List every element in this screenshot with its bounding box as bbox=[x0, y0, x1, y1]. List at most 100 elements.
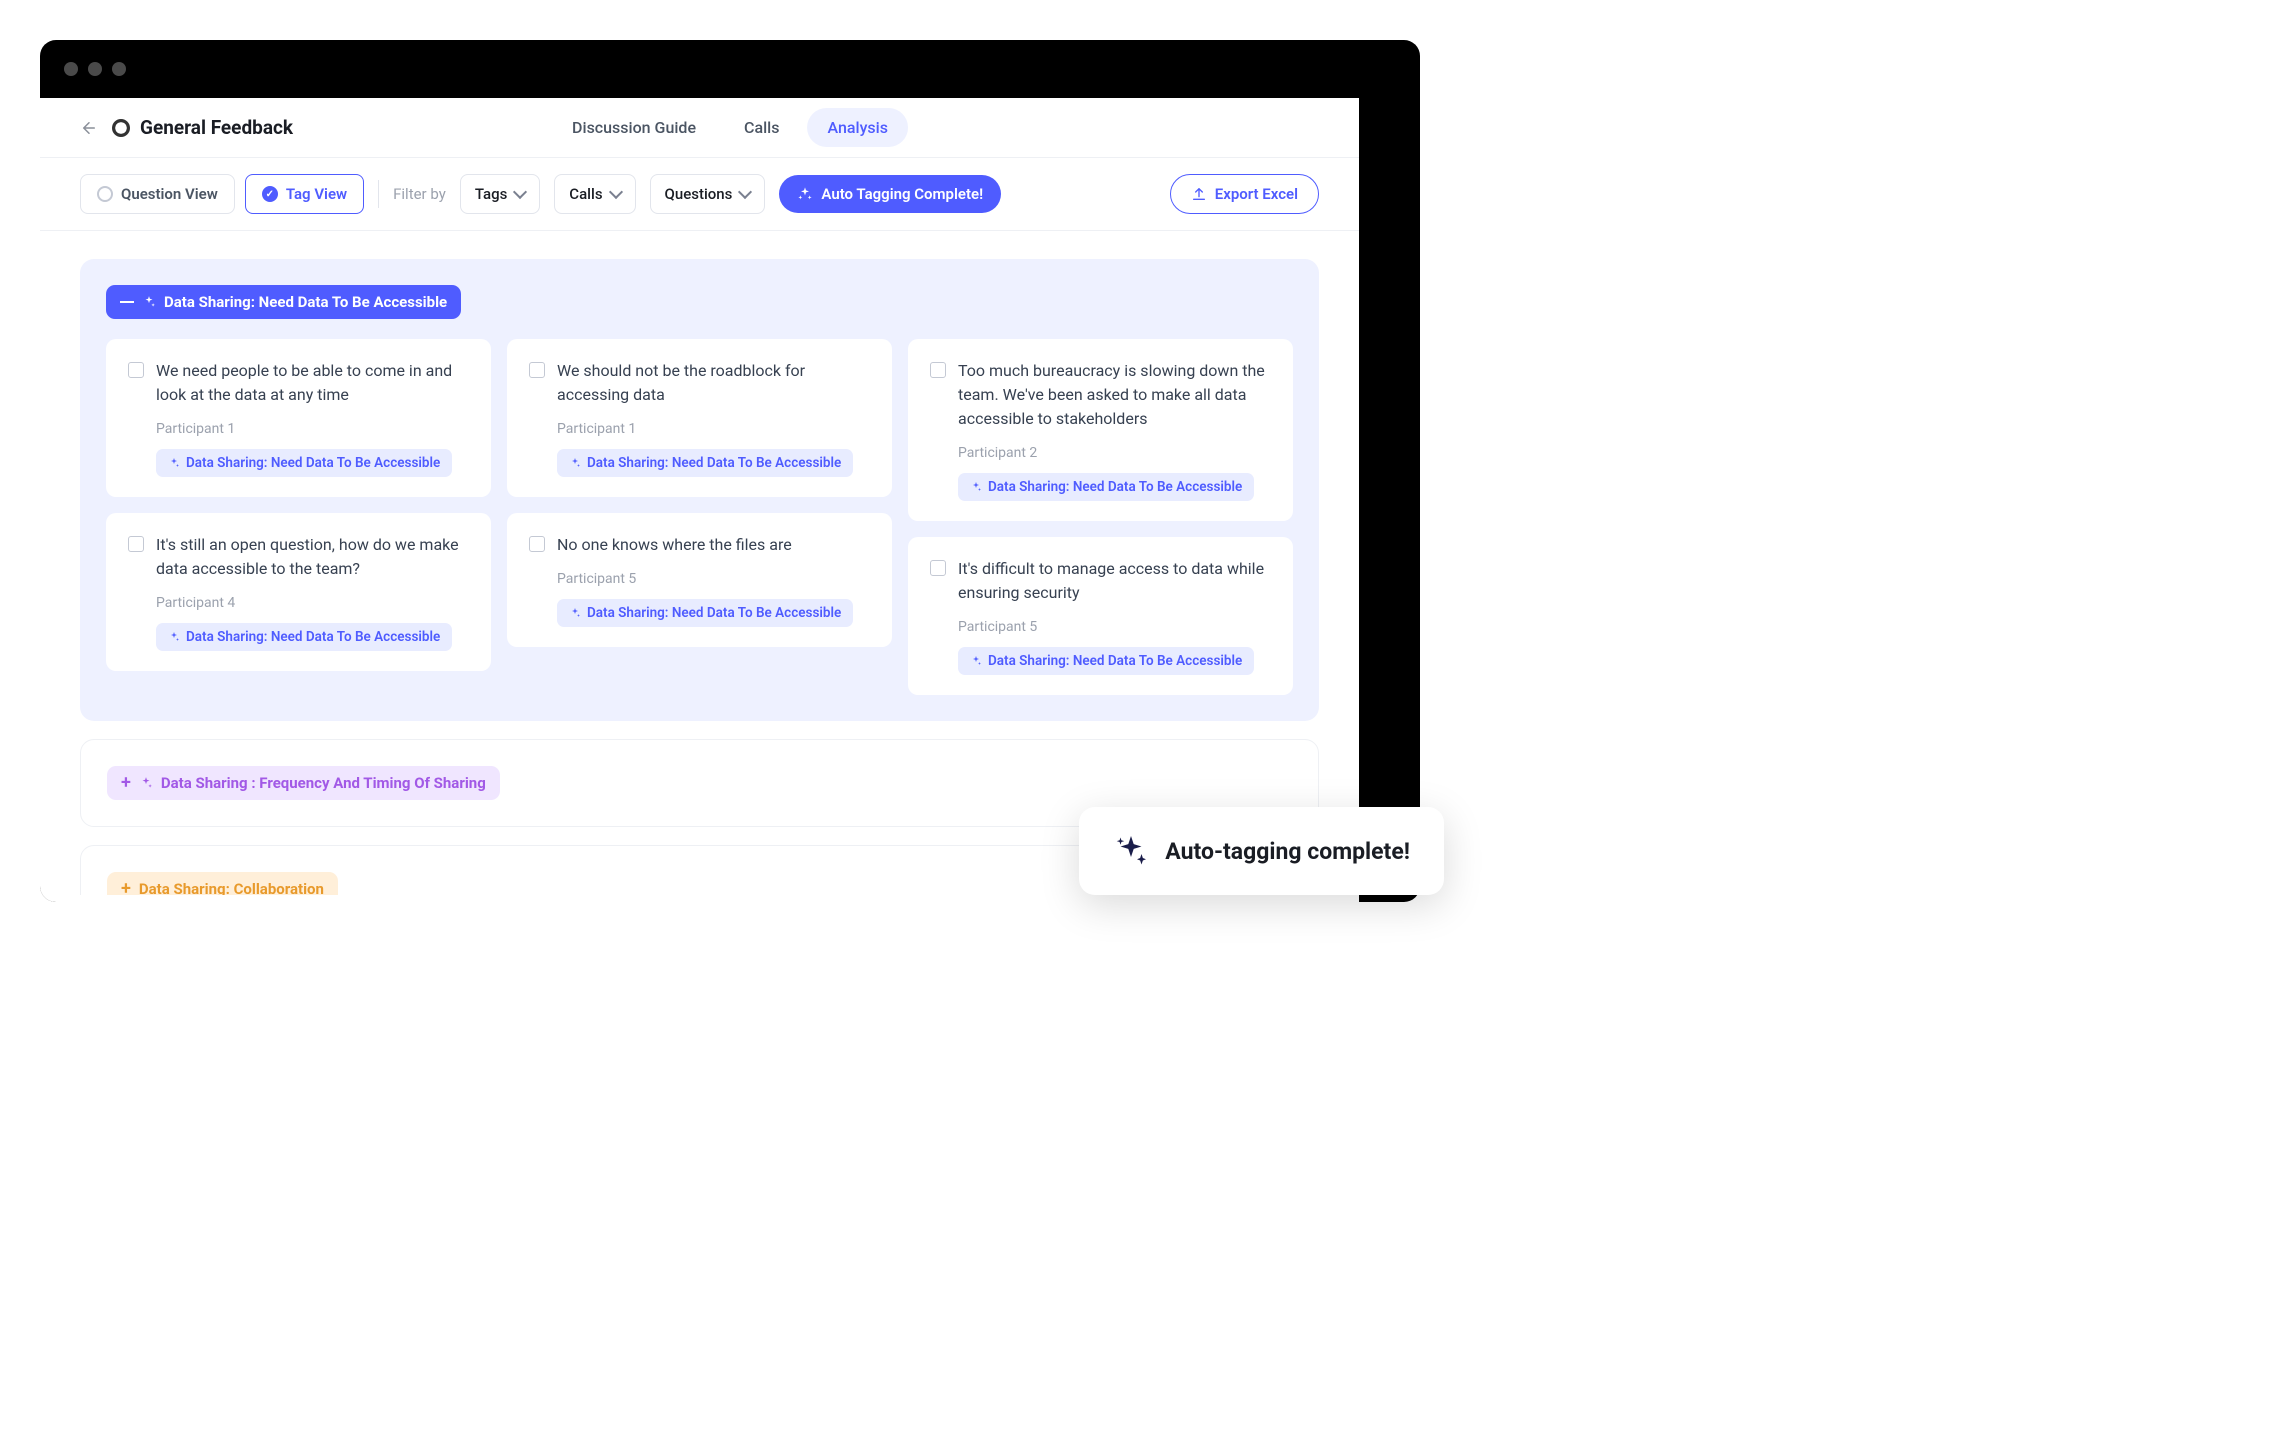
upload-icon bbox=[1191, 186, 1207, 202]
page-title: General Feedback bbox=[140, 116, 293, 139]
quote-card[interactable]: No one knows where the files are Partici… bbox=[507, 513, 892, 647]
group-title: Data Sharing : Frequency And Timing Of S… bbox=[161, 774, 486, 792]
filter-tags-button[interactable]: Tags bbox=[460, 174, 540, 214]
tab-discussion-guide[interactable]: Discussion Guide bbox=[552, 108, 716, 147]
export-excel-button[interactable]: Export Excel bbox=[1170, 174, 1319, 214]
filter-tags-label: Tags bbox=[475, 185, 507, 203]
participant-label: Participant 5 bbox=[557, 571, 870, 587]
arrow-left-icon bbox=[80, 119, 98, 137]
participant-label: Participant 4 bbox=[156, 595, 469, 611]
toolbar: Question View Tag View Filter by Tags Ca… bbox=[40, 158, 1359, 231]
sparkle-icon bbox=[797, 186, 813, 202]
group-title: Data Sharing: Need Data To Be Accessible bbox=[164, 293, 447, 311]
participant-label: Participant 1 bbox=[156, 421, 469, 437]
tab-calls[interactable]: Calls bbox=[724, 108, 799, 147]
divider bbox=[378, 180, 379, 208]
participant-label: Participant 1 bbox=[557, 421, 870, 437]
quote-text: It's difficult to manage access to data … bbox=[958, 557, 1271, 605]
quote-text: Too much bureaucracy is slowing down the… bbox=[958, 359, 1271, 431]
quote-card[interactable]: It's difficult to manage access to data … bbox=[908, 537, 1293, 695]
sparkle-icon bbox=[970, 655, 982, 667]
tag-view-label: Tag View bbox=[286, 185, 347, 203]
group-chip-collaboration[interactable]: + Data Sharing: Collaboration bbox=[107, 872, 338, 895]
tag-pill-text: Data Sharing: Need Data To Be Accessible bbox=[988, 653, 1242, 669]
auto-tag-label: Auto Tagging Complete! bbox=[821, 185, 983, 203]
checkbox[interactable] bbox=[128, 362, 144, 378]
quote-text: It's still an open question, how do we m… bbox=[156, 533, 469, 581]
chevron-down-icon bbox=[608, 185, 622, 199]
group-chip-frequency[interactable]: + Data Sharing : Frequency And Timing Of… bbox=[107, 766, 500, 800]
group-header: Data Sharing: Need Data To Be Accessible bbox=[106, 285, 1293, 319]
participant-label: Participant 2 bbox=[958, 445, 1271, 461]
sparkle-icon bbox=[569, 607, 581, 619]
tag-group-accessible: Data Sharing: Need Data To Be Accessible… bbox=[80, 259, 1319, 721]
participant-label: Participant 5 bbox=[958, 619, 1271, 635]
tag-pill[interactable]: Data Sharing: Need Data To Be Accessible bbox=[156, 623, 452, 651]
filter-questions-label: Questions bbox=[665, 185, 733, 203]
sparkle-icon bbox=[1113, 833, 1149, 869]
group-title: Data Sharing: Collaboration bbox=[139, 880, 324, 895]
auto-tagging-button[interactable]: Auto Tagging Complete! bbox=[779, 175, 1001, 213]
tab-analysis[interactable]: Analysis bbox=[807, 108, 907, 147]
plus-icon: + bbox=[121, 880, 131, 895]
export-label: Export Excel bbox=[1215, 185, 1298, 203]
checkbox[interactable] bbox=[128, 536, 144, 552]
checkbox[interactable] bbox=[930, 560, 946, 576]
quote-text: We need people to be able to come in and… bbox=[156, 359, 469, 407]
chevron-down-icon bbox=[513, 185, 527, 199]
back-button[interactable] bbox=[80, 119, 98, 137]
tag-pill-text: Data Sharing: Need Data To Be Accessible bbox=[587, 605, 841, 621]
tag-pill-text: Data Sharing: Need Data To Be Accessible bbox=[587, 455, 841, 471]
filter-calls-label: Calls bbox=[569, 185, 602, 203]
nav-tabs: Discussion Guide Calls Analysis bbox=[552, 108, 908, 147]
group-chip-accessible[interactable]: Data Sharing: Need Data To Be Accessible bbox=[106, 285, 461, 319]
tag-pill-text: Data Sharing: Need Data To Be Accessible bbox=[988, 479, 1242, 495]
sparkle-icon bbox=[168, 631, 180, 643]
window-max-dot[interactable] bbox=[112, 62, 126, 76]
window-frame: General Feedback Discussion Guide Calls … bbox=[40, 40, 1420, 902]
tag-pill[interactable]: Data Sharing: Need Data To Be Accessible bbox=[958, 473, 1254, 501]
header: General Feedback Discussion Guide Calls … bbox=[40, 98, 1359, 158]
tag-pill-text: Data Sharing: Need Data To Be Accessible bbox=[186, 455, 440, 471]
tag-pill[interactable]: Data Sharing: Need Data To Be Accessible bbox=[156, 449, 452, 477]
content: Data Sharing: Need Data To Be Accessible… bbox=[40, 231, 1359, 895]
checkbox[interactable] bbox=[529, 362, 545, 378]
quote-card[interactable]: Too much bureaucracy is slowing down the… bbox=[908, 339, 1293, 521]
quote-card[interactable]: We should not be the roadblock for acces… bbox=[507, 339, 892, 497]
view-toggle-group: Question View Tag View bbox=[80, 174, 364, 214]
question-view-toggle[interactable]: Question View bbox=[80, 174, 235, 214]
filter-questions-button[interactable]: Questions bbox=[650, 174, 766, 214]
plus-icon: + bbox=[121, 774, 131, 792]
sparkle-icon bbox=[168, 457, 180, 469]
quote-card[interactable]: We need people to be able to come in and… bbox=[106, 339, 491, 497]
question-view-label: Question View bbox=[121, 185, 218, 203]
tag-pill-text: Data Sharing: Need Data To Be Accessible bbox=[186, 629, 440, 645]
checkbox[interactable] bbox=[529, 536, 545, 552]
card-grid: We need people to be able to come in and… bbox=[106, 339, 1293, 695]
window-min-dot[interactable] bbox=[88, 62, 102, 76]
filter-label: Filter by bbox=[393, 185, 446, 203]
quote-card[interactable]: It's still an open question, how do we m… bbox=[106, 513, 491, 671]
minus-icon bbox=[120, 301, 134, 303]
toast-auto-tag-complete: Auto-tagging complete! bbox=[1079, 807, 1444, 895]
window-close-dot[interactable] bbox=[64, 62, 78, 76]
tag-pill[interactable]: Data Sharing: Need Data To Be Accessible bbox=[557, 599, 853, 627]
soccer-icon bbox=[112, 119, 130, 137]
filter-calls-button[interactable]: Calls bbox=[554, 174, 635, 214]
tag-pill[interactable]: Data Sharing: Need Data To Be Accessible bbox=[557, 449, 853, 477]
sparkle-icon bbox=[970, 481, 982, 493]
app-body: General Feedback Discussion Guide Calls … bbox=[40, 98, 1359, 902]
sparkle-icon bbox=[139, 776, 153, 790]
tag-view-toggle[interactable]: Tag View bbox=[245, 174, 364, 214]
radio-unchecked-icon bbox=[97, 186, 113, 202]
titlebar bbox=[40, 40, 1420, 98]
toast-text: Auto-tagging complete! bbox=[1165, 838, 1410, 865]
checkbox[interactable] bbox=[930, 362, 946, 378]
tag-pill[interactable]: Data Sharing: Need Data To Be Accessible bbox=[958, 647, 1254, 675]
radio-checked-icon bbox=[262, 186, 278, 202]
chevron-down-icon bbox=[738, 185, 752, 199]
sparkle-icon bbox=[569, 457, 581, 469]
quote-text: No one knows where the files are bbox=[557, 533, 870, 557]
quote-text: We should not be the roadblock for acces… bbox=[557, 359, 870, 407]
sparkle-icon bbox=[142, 295, 156, 309]
